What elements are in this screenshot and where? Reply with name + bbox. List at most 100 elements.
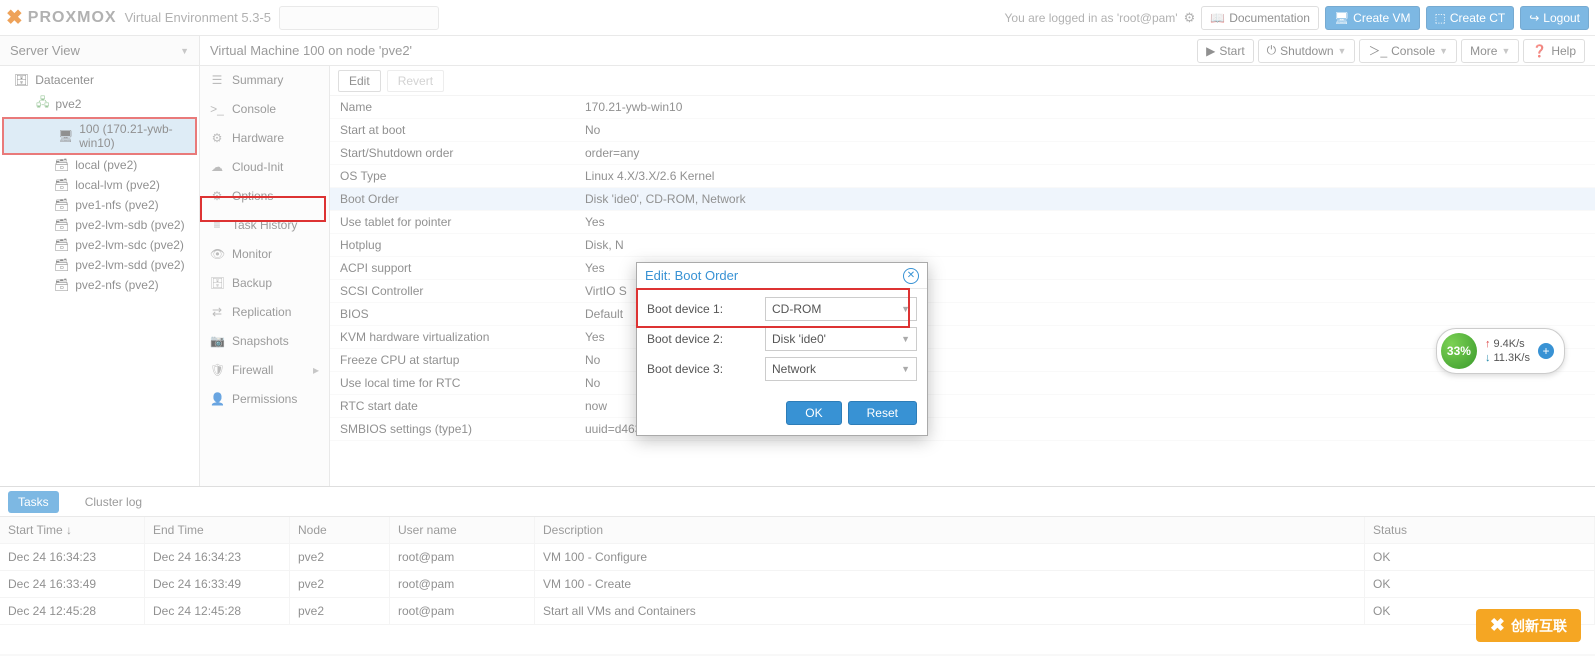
option-key: Freeze CPU at startup bbox=[340, 353, 585, 367]
tree-vm-100[interactable]: 🖥100 (170.21-ywb-win10) bbox=[2, 117, 197, 155]
option-row[interactable]: Use tablet for pointerYes bbox=[330, 211, 1595, 234]
tree-storage[interactable]: 🗃local (pve2) bbox=[0, 155, 199, 175]
menu-icon: 🗄 bbox=[210, 276, 224, 290]
download-speed: ↓ 11.3K/s bbox=[1485, 351, 1530, 365]
option-value: 170.21-ywb-win10 bbox=[585, 100, 1585, 114]
option-value: order=any bbox=[585, 146, 1585, 160]
boot-order-dialog: Edit: Boot Order ✕ Boot device 1:CD-ROM▼… bbox=[636, 262, 928, 436]
watermark: ✖ 创新互联 bbox=[1476, 609, 1581, 642]
tree-datacenter[interactable]: 🗄Datacenter bbox=[0, 70, 199, 90]
col-start[interactable]: Start Time ↓ bbox=[0, 517, 145, 543]
log-header: Start Time ↓ End Time Node User name Des… bbox=[0, 517, 1595, 544]
boot-device-field: Boot device 1:CD-ROM▼ bbox=[647, 297, 917, 321]
help-icon: ❓ bbox=[1532, 44, 1547, 58]
create-vm-button[interactable]: 🖥Create VM bbox=[1325, 6, 1420, 30]
option-row[interactable]: Name170.21-ywb-win10 bbox=[330, 96, 1595, 119]
side-item-hardware[interactable]: ⚙Hardware bbox=[200, 124, 329, 153]
tree-node-pve2[interactable]: 🖧pve2 bbox=[0, 90, 199, 117]
reset-button[interactable]: Reset bbox=[848, 401, 917, 425]
col-end[interactable]: End Time bbox=[145, 517, 290, 543]
option-value: Linux 4.X/3.X/2.6 Kernel bbox=[585, 169, 1585, 183]
power-icon: ⏻ bbox=[1267, 43, 1277, 58]
help-button[interactable]: ❓Help bbox=[1523, 39, 1585, 63]
side-item-console[interactable]: >_Console bbox=[200, 95, 329, 124]
dialog-title-bar[interactable]: Edit: Boot Order ✕ bbox=[637, 263, 927, 289]
log-row[interactable]: Dec 24 16:33:49Dec 24 16:33:49pve2root@p… bbox=[0, 571, 1595, 598]
more-button[interactable]: More▼ bbox=[1461, 39, 1519, 63]
option-row[interactable]: KVM hardware virtualizationYes bbox=[330, 326, 1595, 349]
tab-cluster-log[interactable]: Cluster log bbox=[75, 491, 152, 513]
start-button[interactable]: ▶Start bbox=[1197, 39, 1254, 63]
chevron-down-icon: ▼ bbox=[901, 364, 910, 374]
col-status[interactable]: Status bbox=[1365, 517, 1595, 543]
create-ct-button[interactable]: ⬚Create CT bbox=[1426, 6, 1515, 30]
log-row[interactable]: Dec 24 12:45:28Dec 24 12:45:28pve2root@p… bbox=[0, 598, 1595, 625]
side-menu: ☰Summary>_Console⚙Hardware☁Cloud-Init⚙Op… bbox=[200, 66, 330, 486]
col-node[interactable]: Node bbox=[290, 517, 390, 543]
option-row[interactable]: HotplugDisk, N bbox=[330, 234, 1595, 257]
server-icon: 🗄 bbox=[14, 73, 29, 87]
option-row[interactable]: OS TypeLinux 4.X/3.X/2.6 Kernel bbox=[330, 165, 1595, 188]
option-value: Disk 'ide0', CD-ROM, Network bbox=[585, 192, 1585, 206]
logout-button[interactable]: ↪Logout bbox=[1520, 6, 1589, 30]
documentation-button[interactable]: 📖Documentation bbox=[1201, 6, 1319, 30]
menu-icon: ☁ bbox=[210, 160, 224, 174]
plus-icon[interactable]: + bbox=[1538, 343, 1554, 359]
tree-storage[interactable]: 🗃pve1-nfs (pve2) bbox=[0, 195, 199, 215]
tree-storage[interactable]: 🗃pve2-lvm-sdb (pve2) bbox=[0, 215, 199, 235]
option-row[interactable]: Start at bootNo bbox=[330, 119, 1595, 142]
tab-tasks[interactable]: Tasks bbox=[8, 491, 59, 513]
tree-panel: 🗄Datacenter 🖧pve2 🖥100 (170.21-ywb-win10… bbox=[0, 66, 200, 486]
side-item-options[interactable]: ⚙Options bbox=[200, 182, 329, 211]
menu-icon: 🛡 bbox=[210, 363, 224, 377]
option-row[interactable]: Start/Shutdown orderorder=any bbox=[330, 142, 1595, 165]
cube-icon: ⬚ bbox=[1435, 11, 1446, 25]
log-row[interactable]: Dec 24 16:34:23Dec 24 16:34:23pve2root@p… bbox=[0, 544, 1595, 571]
col-desc[interactable]: Description bbox=[535, 517, 1365, 543]
col-user[interactable]: User name bbox=[390, 517, 535, 543]
option-row[interactable]: Use local time for RTCNo bbox=[330, 372, 1595, 395]
option-row[interactable]: RTC start datenow bbox=[330, 395, 1595, 418]
option-row[interactable]: BIOSDefault bbox=[330, 303, 1595, 326]
option-row[interactable]: Freeze CPU at startupNo bbox=[330, 349, 1595, 372]
tree-storage[interactable]: 🗃pve2-nfs (pve2) bbox=[0, 275, 199, 295]
server-view-dropdown[interactable]: Server View▼ bbox=[0, 36, 200, 65]
edit-button[interactable]: Edit bbox=[338, 70, 381, 92]
option-row[interactable]: SCSI ControllerVirtIO S bbox=[330, 280, 1595, 303]
shutdown-button[interactable]: ⏻Shutdown▼ bbox=[1258, 39, 1356, 63]
search-input[interactable] bbox=[279, 6, 439, 30]
revert-button[interactable]: Revert bbox=[387, 70, 444, 92]
ok-button[interactable]: OK bbox=[786, 401, 841, 425]
option-row[interactable]: Boot OrderDisk 'ide0', CD-ROM, Network bbox=[330, 188, 1595, 211]
tree-storage[interactable]: 🗃local-lvm (pve2) bbox=[0, 175, 199, 195]
option-row[interactable]: SMBIOS settings (type1)uuid=d46351c6-e25… bbox=[330, 418, 1595, 441]
option-key: Boot Order bbox=[340, 192, 585, 206]
side-item-cloud-init[interactable]: ☁Cloud-Init bbox=[200, 153, 329, 182]
side-item-summary[interactable]: ☰Summary bbox=[200, 66, 329, 95]
up-arrow-icon: ↑ bbox=[1485, 338, 1491, 350]
side-item-monitor[interactable]: 👁Monitor bbox=[200, 240, 329, 269]
side-item-permissions[interactable]: 👤Permissions bbox=[200, 385, 329, 414]
boot-device-select[interactable]: CD-ROM▼ bbox=[765, 297, 917, 321]
speed-badge[interactable]: 33% ↑ 9.4K/s ↓ 11.3K/s + bbox=[1436, 328, 1565, 374]
gear-icon[interactable]: ⚙ bbox=[1184, 10, 1196, 26]
side-item-firewall[interactable]: 🛡Firewall▸ bbox=[200, 356, 329, 385]
boot-device-select[interactable]: Network▼ bbox=[765, 357, 917, 381]
boot-device-select[interactable]: Disk 'ide0'▼ bbox=[765, 327, 917, 351]
side-item-backup[interactable]: 🗄Backup bbox=[200, 269, 329, 298]
logout-icon: ↪ bbox=[1529, 11, 1539, 25]
option-row[interactable]: ACPI supportYes bbox=[330, 257, 1595, 280]
close-icon[interactable]: ✕ bbox=[903, 268, 919, 284]
field-label: Boot device 3: bbox=[647, 362, 757, 376]
console-button[interactable]: ＞_Console▼ bbox=[1359, 39, 1457, 63]
chevron-right-icon: ▸ bbox=[313, 363, 319, 377]
tree-storage[interactable]: 🗃pve2-lvm-sdd (pve2) bbox=[0, 255, 199, 275]
side-item-task-history[interactable]: ≡Task History bbox=[200, 211, 329, 240]
side-item-replication[interactable]: ⇄Replication bbox=[200, 298, 329, 327]
option-key: RTC start date bbox=[340, 399, 585, 413]
log-table: Start Time ↓ End Time Node User name Des… bbox=[0, 517, 1595, 654]
tree-storage[interactable]: 🗃pve2-lvm-sdc (pve2) bbox=[0, 235, 199, 255]
option-key: ACPI support bbox=[340, 261, 585, 275]
option-value: Yes bbox=[585, 215, 1585, 229]
side-item-snapshots[interactable]: 📷Snapshots bbox=[200, 327, 329, 356]
